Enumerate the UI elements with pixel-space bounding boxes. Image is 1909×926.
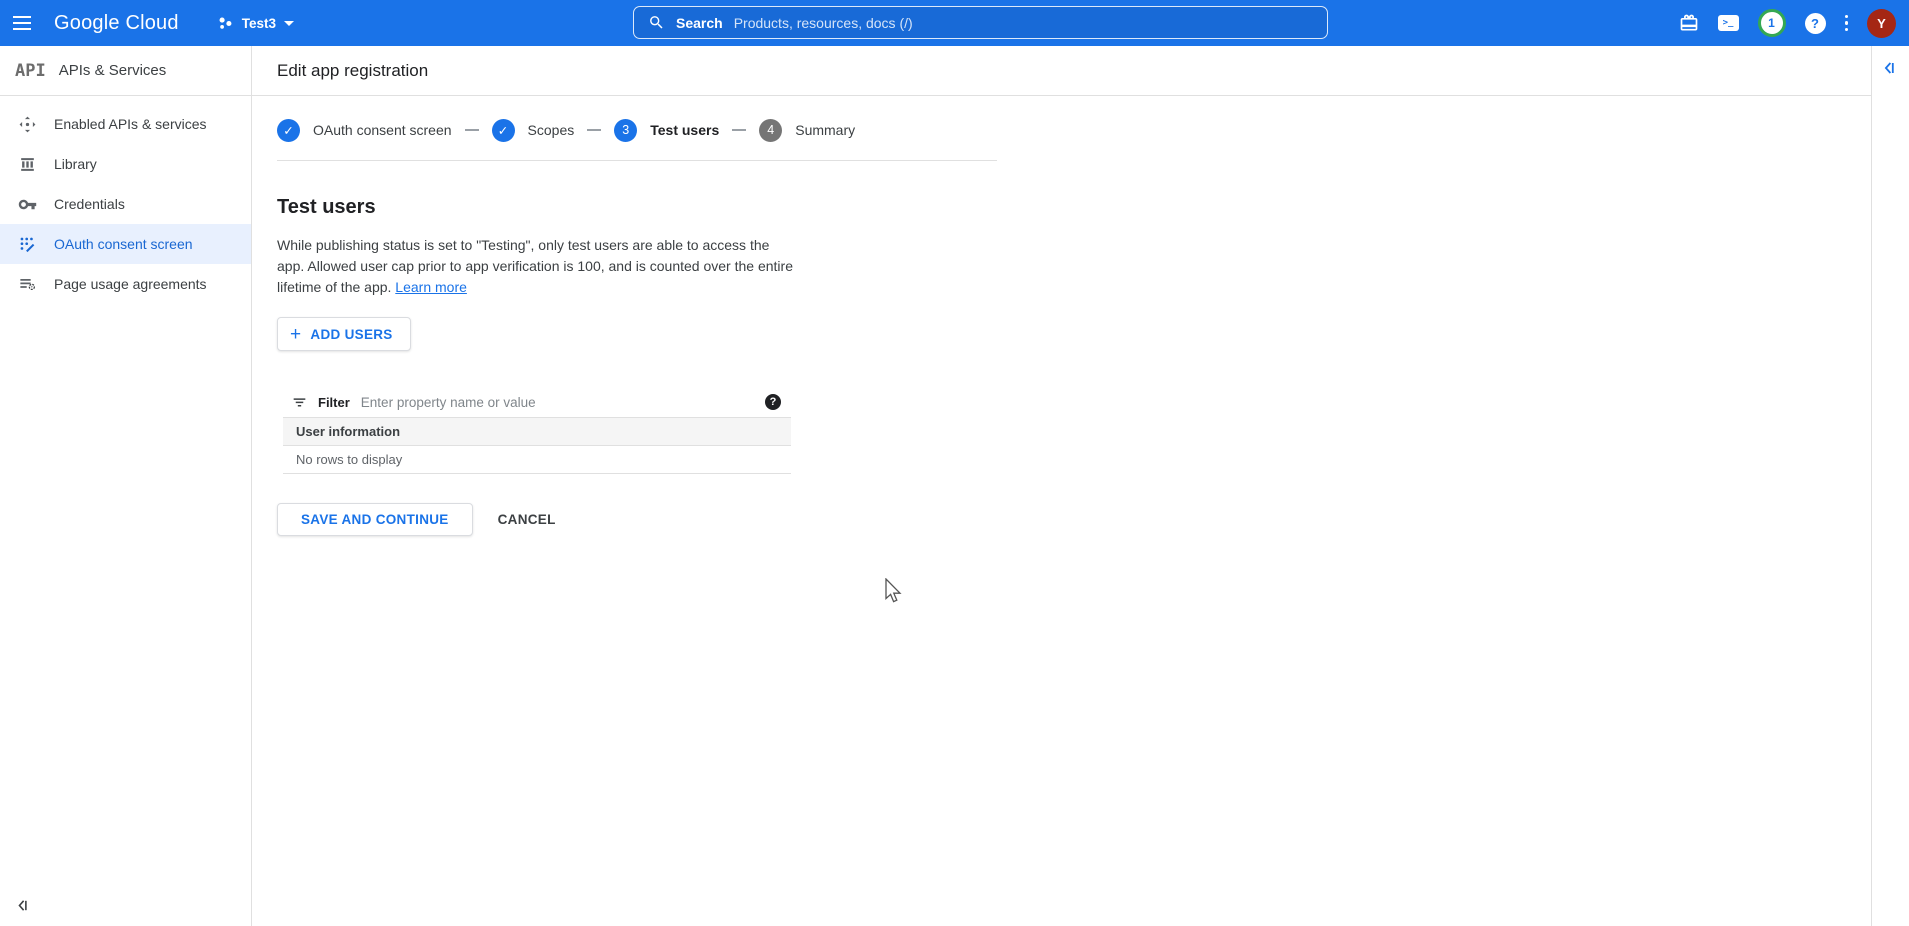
- sidebar-item-enabled-apis[interactable]: Enabled APIs & services: [0, 104, 251, 144]
- plus-icon: +: [290, 325, 301, 344]
- add-users-label: ADD USERS: [310, 327, 392, 342]
- empty-state-text: No rows to display: [296, 452, 402, 467]
- step-check-icon: ✓: [277, 119, 300, 142]
- google-cloud-logo[interactable]: Google Cloud: [54, 12, 179, 35]
- chevron-down-icon: [284, 21, 294, 26]
- cloud-shell-icon[interactable]: >_: [1718, 15, 1739, 31]
- right-side-rail: [1871, 46, 1909, 926]
- test-users-table: Filter ? User information No rows to dis…: [283, 387, 791, 474]
- terminal-glyph: >_: [1718, 15, 1739, 31]
- topbar-actions: >_ 1 ? Y: [1679, 0, 1897, 46]
- form-actions: SAVE AND CONTINUE CANCEL: [277, 503, 997, 536]
- gift-icon[interactable]: [1679, 13, 1699, 33]
- sidebar-nav: Enabled APIs & services Library Credenti…: [0, 96, 251, 304]
- column-header-user-information: User information: [296, 424, 400, 439]
- wizard-stepper: ✓ OAuth consent screen ✓ Scopes 3 Test u…: [277, 117, 997, 143]
- sidebar-item-label: Library: [54, 156, 97, 172]
- search-icon: [648, 14, 665, 31]
- sidebar-item-label: Enabled APIs & services: [54, 116, 207, 132]
- filter-input[interactable]: [361, 395, 754, 410]
- page-header: Edit app registration: [252, 46, 1871, 96]
- sidebar: API APIs & Services Enabled APIs & servi…: [0, 46, 252, 926]
- help-icon[interactable]: ?: [1805, 13, 1826, 34]
- page-title: Edit app registration: [277, 61, 428, 81]
- sidebar-title: APIs & Services: [59, 62, 167, 79]
- step-connector: [465, 129, 479, 131]
- collapse-panel-icon[interactable]: [1881, 60, 1897, 79]
- sidebar-item-label: OAuth consent screen: [54, 236, 193, 252]
- agreements-icon: [18, 275, 37, 294]
- sidebar-header: API APIs & Services: [0, 46, 251, 96]
- sidebar-item-library[interactable]: Library: [0, 144, 251, 184]
- filter-bar[interactable]: Filter ?: [283, 387, 791, 417]
- sidebar-item-oauth-consent-screen[interactable]: OAuth consent screen: [0, 224, 251, 264]
- step-check-icon: ✓: [492, 119, 515, 142]
- page-content: ✓ OAuth consent screen ✓ Scopes 3 Test u…: [252, 96, 997, 536]
- project-name: Test3: [242, 16, 276, 31]
- main-panel: Edit app registration ✓ OAuth consent sc…: [252, 46, 1871, 926]
- section-divider: [277, 160, 997, 161]
- more-options-icon[interactable]: [1845, 15, 1849, 32]
- step-oauth-consent-screen[interactable]: ✓ OAuth consent screen: [277, 119, 452, 142]
- project-icon: [217, 15, 234, 32]
- sidebar-item-label: Credentials: [54, 196, 125, 212]
- step-summary[interactable]: 4 Summary: [759, 119, 855, 142]
- consent-screen-icon: [18, 235, 37, 254]
- add-users-button[interactable]: + ADD USERS: [277, 317, 411, 351]
- filter-help-icon[interactable]: ?: [765, 394, 781, 410]
- table-header-row: User information: [283, 417, 791, 446]
- step-connector: [587, 129, 601, 131]
- search-label: Search: [676, 15, 723, 31]
- key-icon: [18, 195, 37, 214]
- filter-icon: [292, 395, 307, 410]
- sidebar-item-label: Page usage agreements: [54, 276, 207, 292]
- account-avatar[interactable]: Y: [1867, 9, 1896, 38]
- enabled-apis-icon: [18, 115, 37, 134]
- search-input[interactable]: [734, 15, 1313, 31]
- search-bar[interactable]: Search: [633, 6, 1328, 39]
- project-selector[interactable]: Test3: [217, 15, 294, 32]
- step-number: 4: [759, 119, 782, 142]
- topbar: Google Cloud Test3 Search >_ 1 ?: [0, 0, 1909, 46]
- step-test-users[interactable]: 3 Test users: [614, 119, 719, 142]
- table-empty-row: No rows to display: [283, 446, 791, 474]
- api-product-logo: API: [15, 61, 46, 81]
- description-text: While publishing status is set to "Testi…: [277, 237, 793, 295]
- cancel-button[interactable]: CANCEL: [498, 512, 556, 527]
- notifications-button[interactable]: 1: [1758, 9, 1786, 37]
- avatar-letter: Y: [1867, 9, 1896, 38]
- step-scopes[interactable]: ✓ Scopes: [492, 119, 575, 142]
- filter-label: Filter: [318, 395, 350, 410]
- sidebar-item-credentials[interactable]: Credentials: [0, 184, 251, 224]
- menu-icon[interactable]: [0, 0, 44, 46]
- library-icon: [18, 155, 37, 174]
- learn-more-link[interactable]: Learn more: [395, 279, 467, 295]
- section-description: While publishing status is set to "Testi…: [277, 235, 793, 298]
- sidebar-item-page-usage-agreements[interactable]: Page usage agreements: [0, 264, 251, 304]
- step-number: 3: [614, 119, 637, 142]
- collapse-sidebar-icon[interactable]: [15, 898, 30, 916]
- question-glyph: ?: [1805, 13, 1826, 34]
- step-connector: [732, 129, 746, 131]
- section-heading: Test users: [277, 196, 997, 219]
- kebab-dots: [1845, 15, 1849, 32]
- notification-count-badge: 1: [1758, 9, 1786, 37]
- save-and-continue-button[interactable]: SAVE AND CONTINUE: [277, 503, 473, 536]
